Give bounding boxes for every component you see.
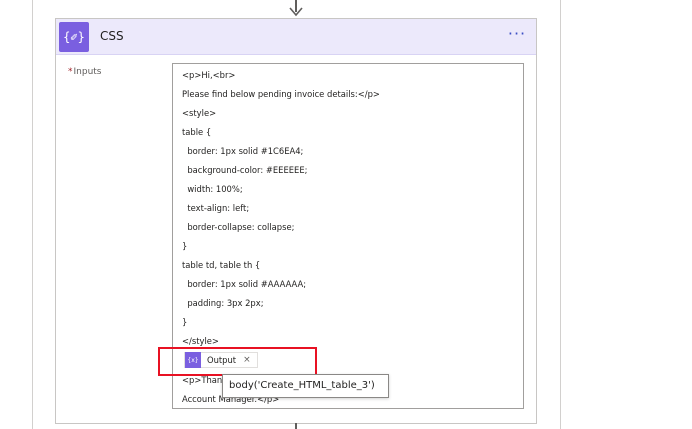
code-line: width: 100%; bbox=[182, 184, 243, 194]
code-line: border: 1px solid #AAAAAA; bbox=[182, 279, 307, 289]
flow-connector-bottom bbox=[295, 423, 297, 429]
code-line: </style> bbox=[182, 336, 219, 346]
annotation-highlight bbox=[158, 347, 317, 376]
more-options-button[interactable]: ··· bbox=[506, 25, 528, 47]
code-line: Please find below pending invoice detail… bbox=[182, 89, 380, 99]
code-line: } bbox=[182, 317, 188, 327]
flow-canvas-left-border bbox=[32, 0, 33, 429]
token-tooltip: body('Create_HTML_table_3') bbox=[222, 374, 389, 398]
code-line: border-collapse: collapse; bbox=[182, 222, 295, 232]
code-line: <p>Hi,<br> bbox=[182, 70, 236, 80]
code-line: background-color: #EEEEEE; bbox=[182, 165, 308, 175]
code-line: <p>Than bbox=[182, 375, 223, 385]
code-line: table { bbox=[182, 127, 212, 137]
code-line: <style> bbox=[182, 108, 217, 118]
code-line: } bbox=[182, 241, 188, 251]
code-line: border: 1px solid #1C6EA4; bbox=[182, 146, 304, 156]
flow-canvas-right-border bbox=[560, 0, 561, 429]
required-mark: * bbox=[68, 67, 73, 77]
action-header[interactable]: {✐} CSS ··· bbox=[56, 19, 536, 55]
compose-icon: {✐} bbox=[59, 22, 89, 52]
inputs-label: *Inputs bbox=[68, 67, 102, 77]
action-title[interactable]: CSS bbox=[100, 29, 124, 43]
inputs-label-text: Inputs bbox=[73, 67, 102, 77]
code-line: padding: 3px 2px; bbox=[182, 298, 264, 308]
code-line: text-align: left; bbox=[182, 203, 250, 213]
code-line: table td, table th { bbox=[182, 260, 261, 270]
arrow-down-icon bbox=[289, 7, 303, 17]
